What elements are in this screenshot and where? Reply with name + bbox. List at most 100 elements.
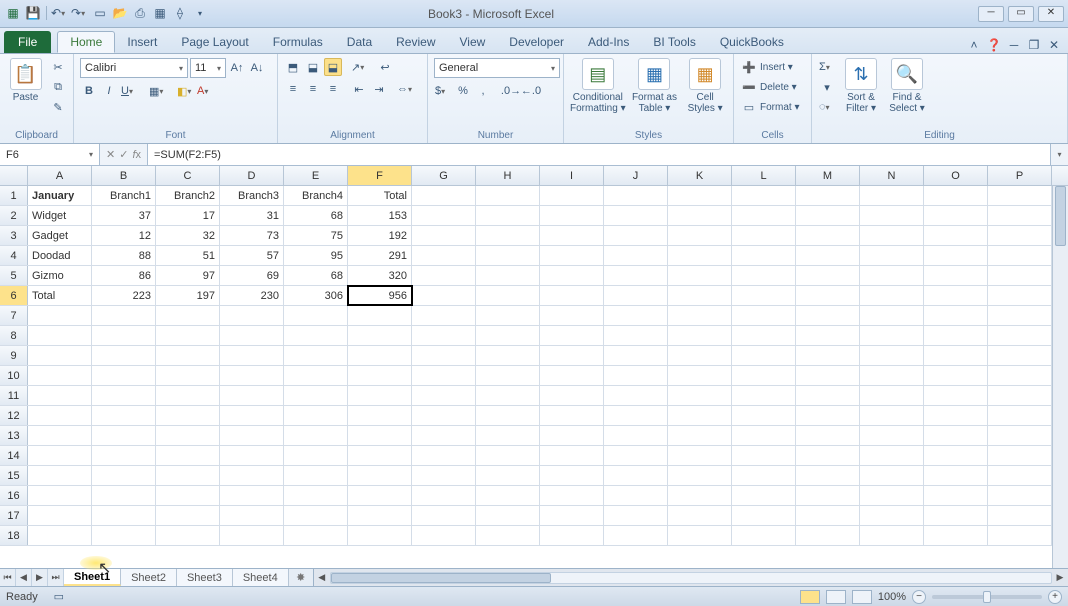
cell[interactable] [412,406,476,425]
cell[interactable] [476,226,540,245]
row-header[interactable]: 11 [0,386,28,405]
row-header[interactable]: 15 [0,466,28,485]
row-header[interactable]: 13 [0,426,28,445]
align-right-icon[interactable]: ≡ [324,80,342,98]
tab-view[interactable]: View [448,31,498,53]
cell[interactable] [732,306,796,325]
cell[interactable] [476,406,540,425]
cell[interactable] [988,206,1052,225]
cell[interactable] [348,426,412,445]
cell[interactable] [412,526,476,545]
cut-icon[interactable]: ✂ [49,58,67,76]
cell[interactable] [412,266,476,285]
cell[interactable] [732,366,796,385]
column-header[interactable]: N [860,166,924,185]
open-icon[interactable]: 📂 [111,4,129,22]
format-cells-icon[interactable]: ▭ [740,98,758,116]
cell[interactable] [860,346,924,365]
cell[interactable] [668,286,732,305]
help-icon[interactable]: ❓ [986,37,1002,53]
cell[interactable]: Gizmo [28,266,92,285]
cell-styles-button[interactable]: ▦ Cell Styles ▾ [683,58,727,114]
cell[interactable] [732,346,796,365]
column-header[interactable]: M [796,166,860,185]
row-header[interactable]: 8 [0,326,28,345]
cell[interactable] [92,526,156,545]
cell[interactable]: 153 [348,206,412,225]
merge-center-icon[interactable]: ⇔▾ [396,80,414,98]
cell[interactable]: Gadget [28,226,92,245]
cell[interactable] [412,326,476,345]
cell[interactable] [860,266,924,285]
cell[interactable] [860,246,924,265]
column-header[interactable]: O [924,166,988,185]
cell[interactable]: Branch4 [284,186,348,205]
expand-formula-bar[interactable]: ▾ [1050,144,1068,165]
cell[interactable] [924,326,988,345]
cell[interactable] [668,486,732,505]
column-header[interactable]: L [732,166,796,185]
cell[interactable] [796,426,860,445]
cell[interactable]: 197 [156,286,220,305]
cell[interactable] [732,326,796,345]
column-header[interactable]: I [540,166,604,185]
orientation-icon[interactable]: ↗▾ [350,58,368,76]
cell[interactable] [28,346,92,365]
cell[interactable] [732,246,796,265]
cell[interactable] [796,326,860,345]
cell[interactable] [796,506,860,525]
cell[interactable] [796,206,860,225]
cell[interactable] [540,506,604,525]
cell[interactable] [924,486,988,505]
cell[interactable] [860,446,924,465]
sheet-nav-last[interactable]: ⏭ [48,569,64,586]
font-color-icon[interactable]: A▾ [196,82,214,100]
cell[interactable] [796,186,860,205]
copy-icon[interactable]: ⧉ [49,78,67,96]
conditional-formatting-button[interactable]: ▤ Conditional Formatting ▾ [570,58,626,114]
cell[interactable] [604,386,668,405]
cell[interactable] [156,526,220,545]
cell[interactable] [284,306,348,325]
row-header[interactable]: 14 [0,446,28,465]
cell[interactable] [156,386,220,405]
cell[interactable] [92,506,156,525]
cell[interactable] [668,426,732,445]
cell[interactable]: Total [348,186,412,205]
cell[interactable] [476,306,540,325]
cell[interactable]: 956 [348,286,412,305]
cell[interactable] [796,306,860,325]
cell[interactable] [732,526,796,545]
cell[interactable] [860,486,924,505]
align-middle-icon[interactable]: ⬓ [304,58,322,76]
cell[interactable] [476,446,540,465]
cell[interactable] [732,486,796,505]
cell[interactable]: 291 [348,246,412,265]
select-all-corner[interactable] [0,166,28,185]
cell[interactable] [540,366,604,385]
cell[interactable] [988,266,1052,285]
zoom-slider[interactable] [932,595,1042,599]
cell[interactable] [28,406,92,425]
cell[interactable] [732,286,796,305]
cell[interactable] [860,386,924,405]
cell[interactable] [604,226,668,245]
cell[interactable] [284,466,348,485]
align-top-icon[interactable]: ⬒ [284,58,302,76]
cell[interactable] [156,326,220,345]
cell[interactable]: Doodad [28,246,92,265]
cell[interactable] [28,386,92,405]
accounting-icon[interactable]: $▾ [434,82,452,100]
cell[interactable] [92,326,156,345]
cell[interactable] [668,206,732,225]
cell[interactable] [476,266,540,285]
cell[interactable] [92,366,156,385]
new-sheet-button[interactable]: ✸ [289,569,313,586]
cell[interactable] [92,386,156,405]
cell[interactable] [412,246,476,265]
cell[interactable] [668,246,732,265]
cell[interactable] [348,306,412,325]
cell[interactable] [476,326,540,345]
cell[interactable] [476,246,540,265]
cell[interactable] [732,466,796,485]
